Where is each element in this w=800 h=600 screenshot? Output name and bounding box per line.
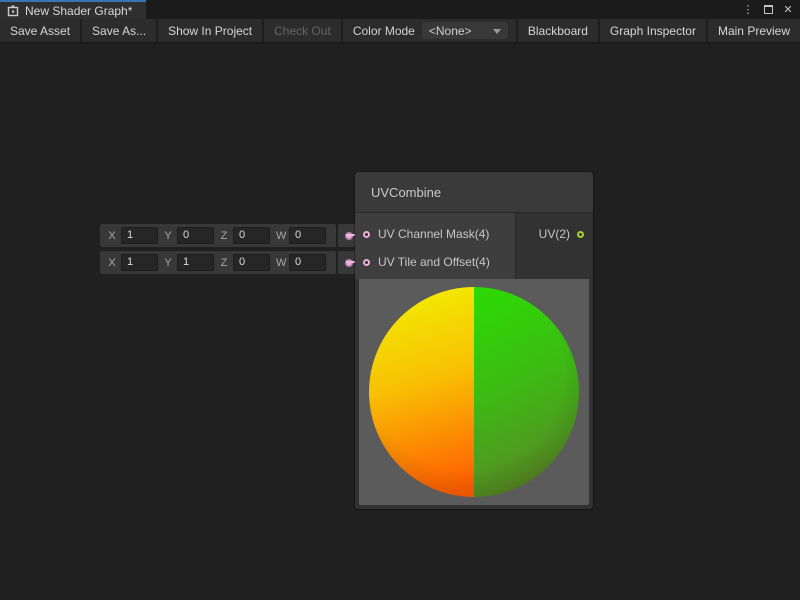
node-title: UVCombine	[371, 185, 441, 200]
node-body: UV Channel Mask(4) UV Tile and Offset(4)…	[355, 213, 593, 279]
check-out-button: Check Out	[264, 19, 343, 42]
value-input-y[interactable]: 0	[177, 227, 214, 244]
vector-field: W 0	[276, 227, 326, 244]
output-port-icon[interactable]	[577, 231, 584, 238]
show-in-project-button[interactable]: Show In Project	[158, 19, 264, 42]
vector-field: Y 0	[164, 227, 214, 244]
input-port-icon[interactable]	[363, 259, 370, 266]
shader-graph-window: New Shader Graph* ⋮ ✕ Save Asset Save As…	[0, 0, 800, 600]
axis-label-x[interactable]: X	[108, 230, 116, 242]
axis-label-z[interactable]: Z	[220, 230, 228, 242]
vector-field: X 1	[108, 227, 158, 244]
node-input-ports: UV Channel Mask(4) UV Tile and Offset(4)	[355, 213, 516, 279]
axis-label-z[interactable]: Z	[220, 257, 228, 269]
value-input-w[interactable]: 0	[289, 227, 326, 244]
input-port-icon[interactable]	[363, 231, 370, 238]
value-input-y[interactable]: 1	[177, 254, 214, 271]
chevron-down-icon	[493, 29, 501, 34]
maximize-icon[interactable]	[760, 2, 776, 18]
vector-field: X 1	[108, 254, 158, 271]
output-port-row: UV(2)	[516, 220, 593, 248]
save-as-button[interactable]: Save As...	[82, 19, 158, 42]
color-mode-value: <None>	[429, 24, 472, 38]
shader-graph-tab-icon	[7, 5, 19, 17]
node-output-ports: UV(2)	[516, 213, 593, 279]
axis-label-y[interactable]: Y	[164, 257, 172, 269]
axis-label-x[interactable]: X	[108, 257, 116, 269]
input-port-row: UV Tile and Offset(4)	[355, 248, 515, 276]
axis-label-w[interactable]: W	[276, 257, 284, 269]
input-port-row: UV Channel Mask(4)	[355, 220, 515, 248]
vector-field: Z 0	[220, 227, 270, 244]
save-asset-button[interactable]: Save Asset	[0, 19, 82, 42]
value-input-x[interactable]: 1	[121, 254, 158, 271]
node-title-bar[interactable]: UVCombine	[355, 172, 593, 213]
output-port-label: UV(2)	[539, 227, 570, 241]
uv-preview-sphere	[369, 287, 579, 497]
node-uvcombine[interactable]: UVCombine UV Channel Mask(4) UV Tile and…	[355, 172, 593, 509]
toolbar-right-group: Blackboard Graph Inspector Main Preview	[516, 19, 800, 42]
value-input-x[interactable]: 1	[121, 227, 158, 244]
vector-field: Y 1	[164, 254, 214, 271]
axis-label-y[interactable]: Y	[164, 230, 172, 242]
close-icon[interactable]: ✕	[780, 2, 796, 18]
vector4-fields: X 1 Y 1 Z 0 W 0	[100, 251, 336, 274]
toolbar: Save Asset Save As... Show In Project Ch…	[0, 19, 800, 43]
value-input-z[interactable]: 0	[233, 227, 270, 244]
value-input-w[interactable]: 0	[289, 254, 326, 271]
tab-bar: New Shader Graph* ⋮ ✕	[0, 0, 800, 19]
value-input-z[interactable]: 0	[233, 254, 270, 271]
color-mode-dropdown[interactable]: <None>	[422, 22, 508, 39]
vector4-widget-uv-channel-mask: X 1 Y 0 Z 0 W 0	[100, 224, 360, 247]
color-mode-label: Color Mode	[343, 19, 422, 42]
tab-new-shader-graph[interactable]: New Shader Graph*	[0, 0, 146, 19]
vector-field: Z 0	[220, 254, 270, 271]
input-port-label: UV Channel Mask(4)	[378, 227, 489, 241]
graph-canvas[interactable]: X 1 Y 0 Z 0 W 0	[0, 43, 800, 600]
axis-label-w[interactable]: W	[276, 230, 284, 242]
main-preview-toggle-button[interactable]: Main Preview	[706, 19, 800, 42]
node-preview-area	[359, 279, 589, 505]
graph-inspector-toggle-button[interactable]: Graph Inspector	[598, 19, 706, 42]
input-port-label: UV Tile and Offset(4)	[378, 255, 490, 269]
window-controls: ⋮ ✕	[740, 0, 796, 19]
vector-field: W 0	[276, 254, 326, 271]
menu-icon[interactable]: ⋮	[740, 2, 756, 18]
blackboard-toggle-button[interactable]: Blackboard	[516, 19, 598, 42]
vector4-fields: X 1 Y 0 Z 0 W 0	[100, 224, 336, 247]
vector4-widget-uv-tile-offset: X 1 Y 1 Z 0 W 0	[100, 251, 360, 274]
tab-title: New Shader Graph*	[25, 4, 132, 18]
